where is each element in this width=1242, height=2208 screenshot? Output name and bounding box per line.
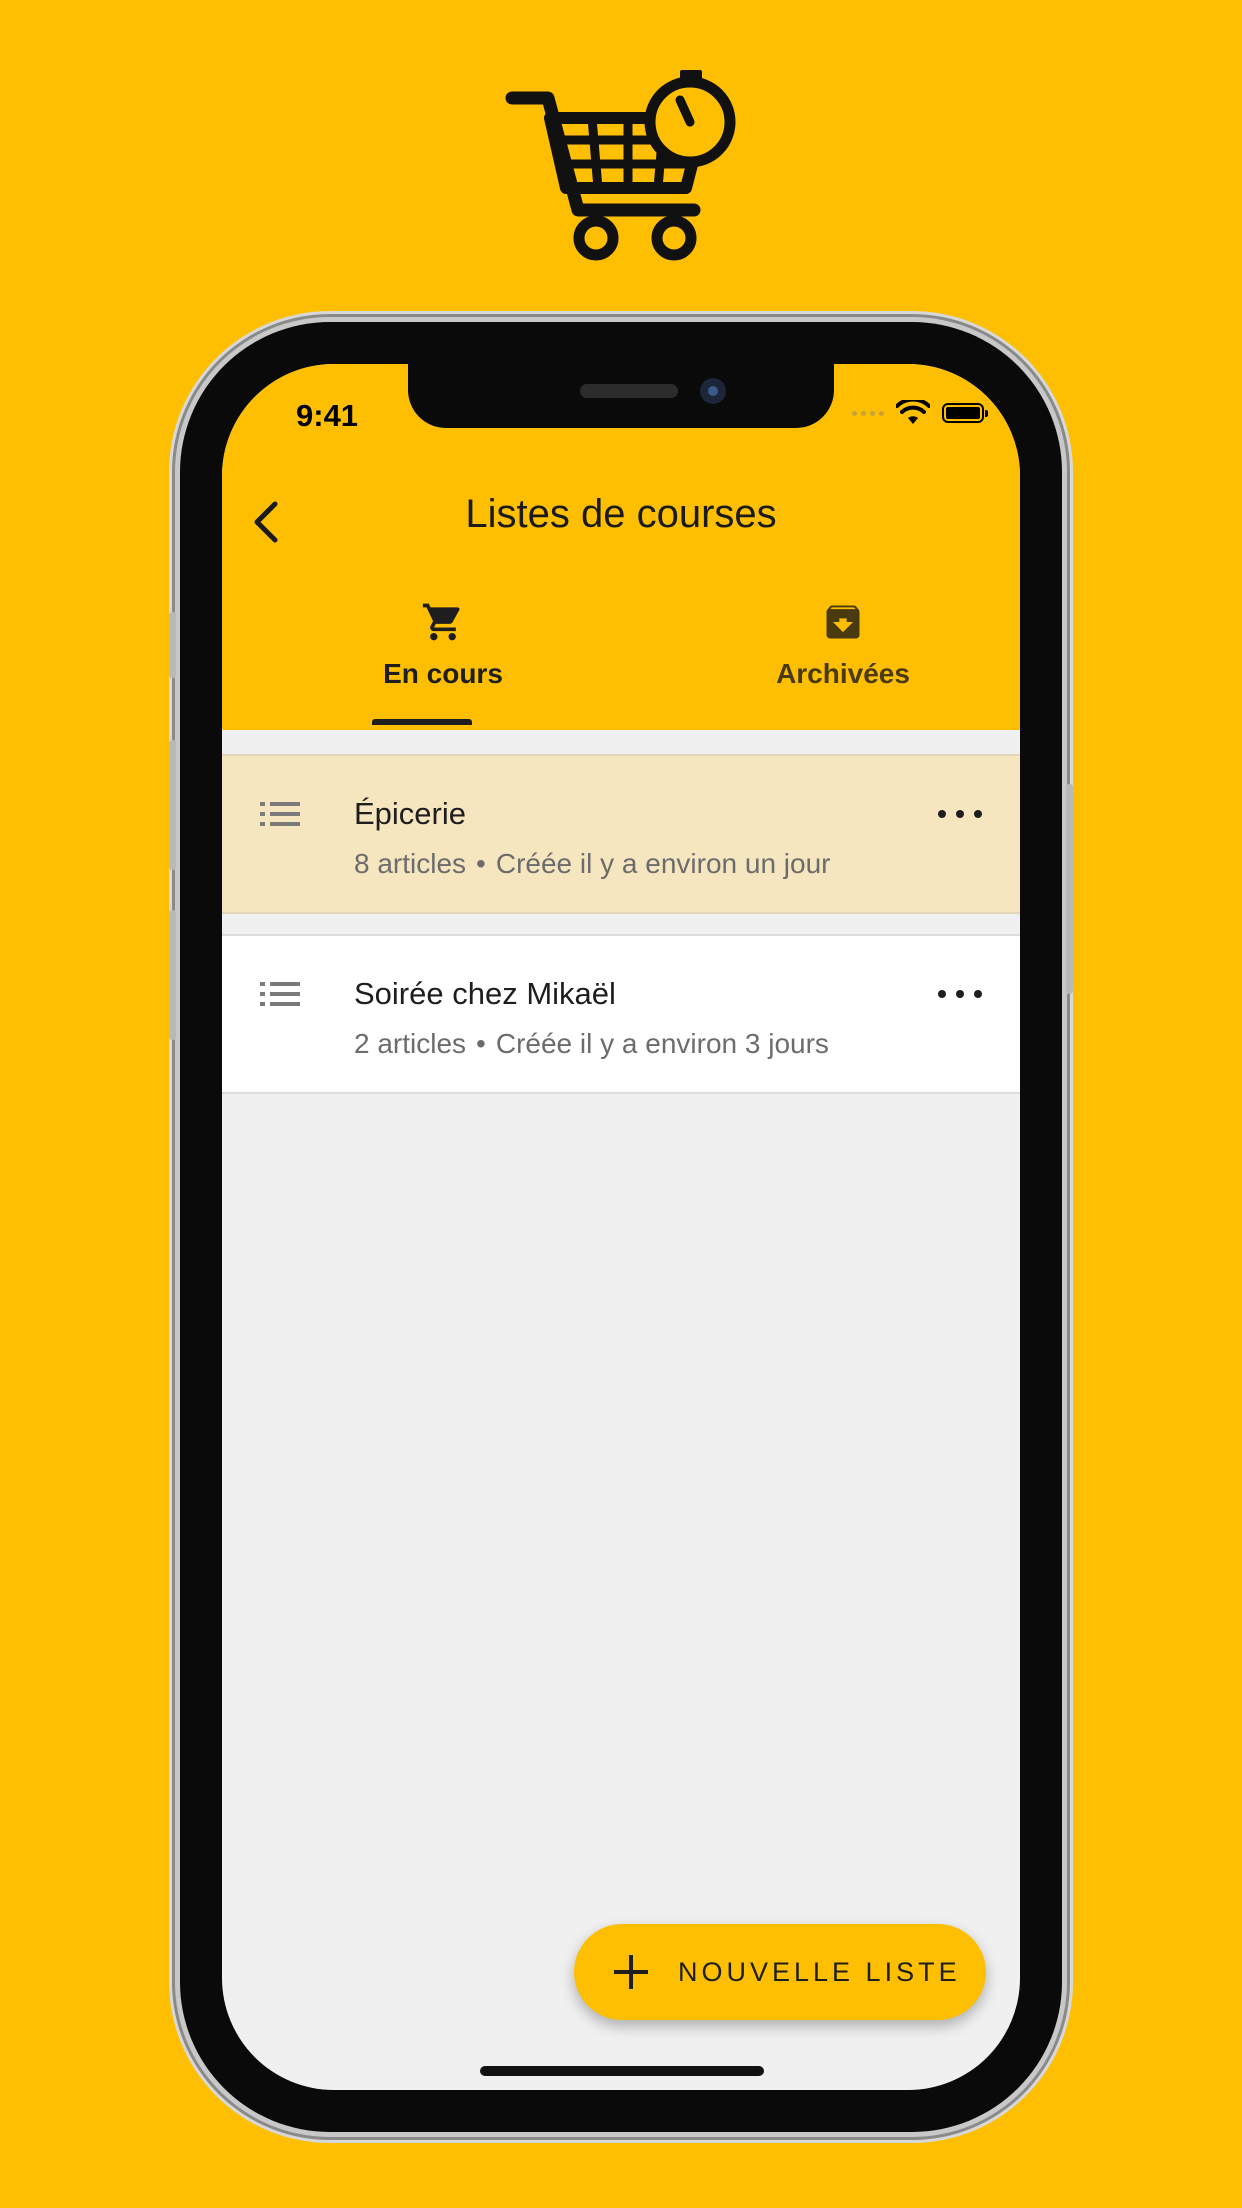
volume-up-button bbox=[169, 740, 176, 870]
phone-frame: 9:41 Listes de courses En cours Archivée… bbox=[169, 322, 1073, 2132]
list-subtitle: 2 articles • Créée il y a environ 3 jours bbox=[354, 1028, 829, 1060]
tab-en-cours[interactable]: En cours bbox=[323, 594, 563, 730]
signal-dots-icon bbox=[852, 410, 884, 416]
power-button bbox=[1066, 784, 1073, 994]
app-header: 9:41 Listes de courses En cours Archivée… bbox=[222, 364, 1020, 730]
mute-switch bbox=[169, 612, 176, 678]
status-icons bbox=[852, 400, 988, 426]
list-count: 8 articles bbox=[354, 848, 467, 879]
list-count: 2 articles bbox=[354, 1028, 467, 1059]
tab-archivees[interactable]: Archivées bbox=[723, 594, 963, 730]
list-item[interactable]: Soirée chez Mikaël 2 articles • Créée il y… bbox=[222, 934, 1020, 1094]
new-list-label: NOUVELLE LISTE bbox=[678, 1956, 961, 1987]
tab-label: En cours bbox=[383, 658, 503, 689]
list-title: Soirée chez Mikaël bbox=[354, 976, 616, 1011]
plus-icon bbox=[614, 1955, 648, 1989]
list-created: Créée il y a environ 3 jours bbox=[495, 1028, 829, 1059]
separator: • bbox=[476, 848, 486, 879]
status-time: 9:41 bbox=[296, 398, 359, 433]
list-icon bbox=[260, 802, 300, 826]
more-options-button[interactable] bbox=[938, 984, 982, 1004]
list-title: Épicerie bbox=[354, 796, 466, 831]
volume-down-button bbox=[169, 910, 176, 1040]
list-created: Créée il y a environ un jour bbox=[495, 848, 831, 879]
page-title: Listes de courses bbox=[465, 492, 777, 536]
home-indicator bbox=[480, 2066, 764, 2076]
battery-icon bbox=[942, 403, 988, 423]
app-screen: 9:41 Listes de courses En cours Archivée… bbox=[222, 364, 1020, 2090]
tab-indicator bbox=[372, 719, 472, 725]
more-options-button[interactable] bbox=[938, 804, 982, 824]
more-icon bbox=[938, 990, 946, 998]
more-icon bbox=[938, 810, 946, 818]
shopping-cart-timer-icon bbox=[505, 70, 736, 261]
wifi-icon bbox=[896, 400, 930, 424]
shopping-cart-icon bbox=[422, 603, 460, 641]
list-subtitle: 8 articles • Créée il y a environ un jour bbox=[354, 848, 830, 880]
speaker bbox=[580, 384, 678, 398]
list-icon bbox=[260, 982, 300, 1006]
app-logo bbox=[504, 70, 744, 270]
phone-notch bbox=[408, 364, 834, 428]
front-camera bbox=[700, 378, 726, 404]
new-list-button[interactable]: NOUVELLE LISTE bbox=[574, 1924, 986, 2020]
tab-label: Archivées bbox=[776, 658, 910, 689]
archive-icon bbox=[826, 605, 860, 639]
separator: • bbox=[476, 1028, 486, 1059]
list-item[interactable]: Épicerie 8 articles • Créée il y a environ… bbox=[222, 754, 1020, 914]
